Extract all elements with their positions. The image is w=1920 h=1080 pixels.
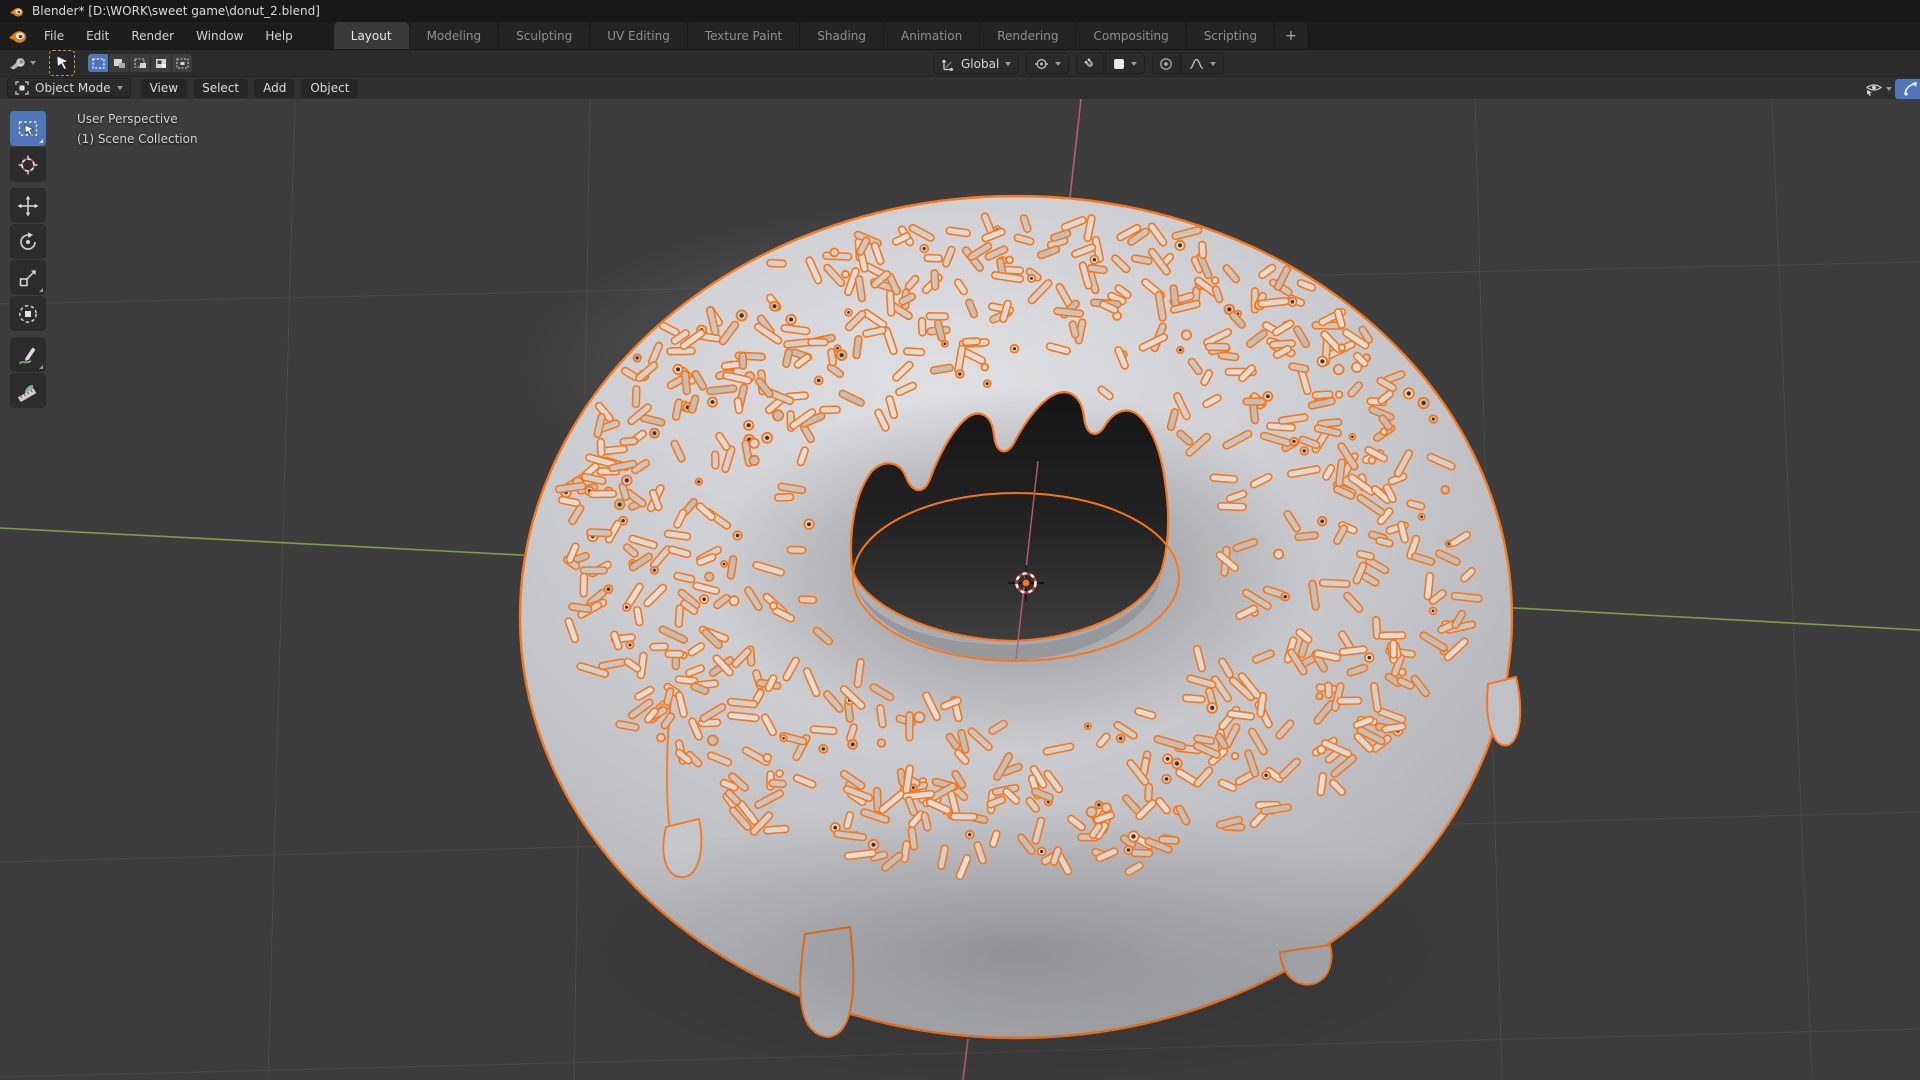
- falloff-dropdown[interactable]: [1181, 53, 1225, 74]
- blender-logo-icon[interactable]: [0, 22, 33, 49]
- viewport-toolbar: [10, 111, 46, 409]
- chevron-down-icon: [30, 61, 36, 65]
- window-title-bar: Blender* [D:\WORK\sweet game\donut_2.ble…: [0, 0, 1920, 22]
- snap-increment-icon: [1113, 58, 1125, 70]
- tab-modeling[interactable]: Modeling: [409, 22, 499, 49]
- tab-texture-paint[interactable]: Texture Paint: [687, 22, 800, 49]
- chevron-down-icon: [116, 86, 123, 90]
- select-mode-intersect[interactable]: [172, 54, 192, 72]
- transform-options: Global: [933, 53, 1225, 74]
- pivot-point-icon: [1034, 57, 1049, 71]
- select-mode-group: [88, 54, 192, 72]
- show-gizmo-icon: [1903, 81, 1919, 96]
- mode-dropdown[interactable]: Object Mode: [7, 78, 131, 98]
- tab-rendering[interactable]: Rendering: [980, 22, 1076, 49]
- chevron-down-icon: [1055, 61, 1062, 66]
- editor-type-dropdown[interactable]: [7, 53, 38, 74]
- menu-window[interactable]: Window: [185, 22, 254, 49]
- transform-orientation-value: Global: [961, 56, 1000, 71]
- menu-view[interactable]: View: [140, 78, 188, 98]
- magnet-icon: [1083, 57, 1097, 71]
- 3d-viewport[interactable]: User Perspective (1) Scene Collection: [0, 99, 1920, 1080]
- tab-layout[interactable]: Layout: [333, 22, 409, 49]
- menu-render[interactable]: Render: [120, 22, 185, 49]
- menu-bar: File Edit Render Window Help: [33, 22, 304, 49]
- select-mode-extend[interactable]: [109, 54, 129, 72]
- tool-transform[interactable]: [10, 296, 46, 331]
- viewport-menus: View Select Add Object: [140, 78, 359, 98]
- blender-logo-icon: [9, 5, 24, 18]
- menu-file[interactable]: File: [33, 22, 75, 49]
- proportional-editing-toggle[interactable]: [1152, 53, 1181, 74]
- viewport-header: Object Mode View Select Add Object: [0, 76, 1920, 99]
- tab-scripting[interactable]: Scripting: [1186, 22, 1275, 49]
- snap-toggle-button[interactable]: [1076, 53, 1105, 74]
- tab-shading[interactable]: Shading: [800, 22, 883, 49]
- viewport-canvas[interactable]: [0, 99, 1920, 1080]
- tool-measure[interactable]: [10, 373, 46, 408]
- window-title: Blender* [D:\WORK\sweet game\donut_2.ble…: [32, 4, 320, 18]
- object-mode-icon: [15, 81, 29, 95]
- tab-compositing[interactable]: Compositing: [1076, 22, 1186, 49]
- tab-animation[interactable]: Animation: [884, 22, 980, 49]
- tool-rotate[interactable]: [10, 224, 46, 259]
- active-tool-button[interactable]: [49, 50, 75, 76]
- tool-settings-bar: Global: [0, 49, 1920, 76]
- select-box-tool-icon: [56, 55, 69, 71]
- menu-add[interactable]: Add: [254, 78, 296, 98]
- chevron-down-icon: [1886, 86, 1892, 91]
- menu-object[interactable]: Object: [301, 78, 359, 98]
- tool-cursor[interactable]: [10, 147, 46, 182]
- menu-select[interactable]: Select: [193, 78, 249, 98]
- select-mode-set[interactable]: [88, 54, 108, 72]
- menu-edit[interactable]: Edit: [75, 22, 120, 49]
- chevron-down-icon: [1005, 61, 1012, 66]
- tool-annotate[interactable]: [10, 337, 46, 372]
- tool-move[interactable]: [10, 188, 46, 223]
- show-gizmo-button[interactable]: [1895, 78, 1920, 99]
- select-mode-invert[interactable]: [151, 54, 171, 72]
- tab-uv-editing[interactable]: UV Editing: [590, 22, 687, 49]
- object-visibility-eye-icon: [1865, 81, 1883, 96]
- proportional-editing-icon: [1159, 57, 1173, 71]
- 3d-viewport-editor-icon: [9, 56, 27, 71]
- pivot-point-dropdown[interactable]: [1026, 53, 1070, 74]
- chevron-down-icon: [1210, 61, 1217, 66]
- transform-orientation-dropdown[interactable]: Global: [933, 53, 1020, 74]
- tool-select-box[interactable]: [10, 111, 46, 146]
- orientation-axes-icon: [941, 57, 955, 71]
- object-visibility-dropdown[interactable]: [1865, 78, 1892, 99]
- viewport-header-right: [1865, 77, 1920, 100]
- select-mode-subtract[interactable]: [130, 54, 150, 72]
- snapping-group: [1076, 53, 1146, 74]
- top-bar: File Edit Render Window Help Layout Mode…: [0, 22, 1920, 49]
- add-workspace-button[interactable]: +: [1275, 22, 1307, 49]
- falloff-curve-icon: [1189, 58, 1204, 70]
- workspace-tabs: Layout Modeling Sculpting UV Editing Tex…: [333, 22, 1307, 49]
- tool-scale[interactable]: [10, 260, 46, 295]
- mode-value: Object Mode: [35, 81, 111, 95]
- chevron-down-icon: [1131, 61, 1138, 66]
- snap-target-dropdown[interactable]: [1105, 53, 1146, 74]
- tab-sculpting[interactable]: Sculpting: [499, 22, 590, 49]
- menu-help[interactable]: Help: [254, 22, 303, 49]
- proportional-editing-group: [1152, 53, 1225, 74]
